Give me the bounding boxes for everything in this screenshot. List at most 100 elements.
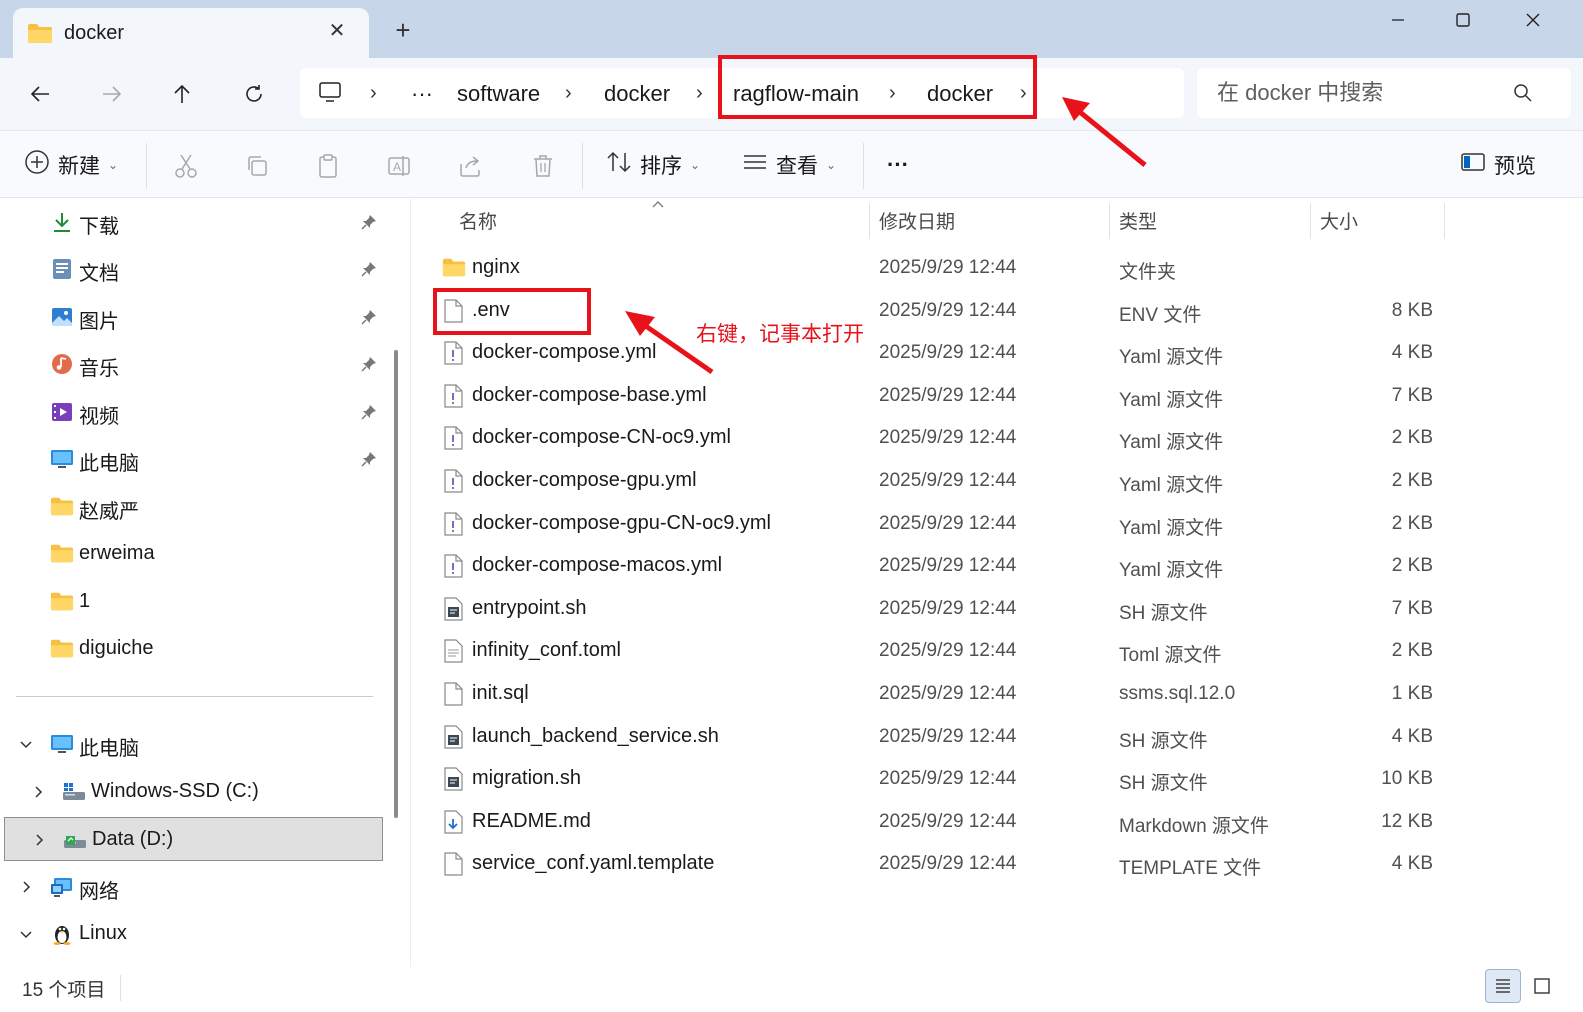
computer-icon[interactable] <box>318 81 342 108</box>
close-window-button[interactable] <box>1503 4 1563 36</box>
breadcrumb-software[interactable]: software <box>457 81 540 107</box>
chevron-right-icon[interactable]: › <box>565 82 572 105</box>
file-date: 2025/9/29 12:44 <box>879 555 1017 577</box>
chevron-right-icon[interactable] <box>31 832 47 853</box>
breadcrumb-overflow[interactable]: ··· <box>411 81 433 107</box>
sidebar-item-folder[interactable]: 赵威严 <box>0 485 384 529</box>
maximize-button[interactable] <box>1433 4 1493 36</box>
tree-item-linux[interactable]: Linux <box>0 912 384 956</box>
back-button[interactable] <box>22 76 58 112</box>
chevron-down-icon[interactable] <box>18 736 34 757</box>
sidebar-scrollbar[interactable] <box>394 350 398 818</box>
sidebar-item-label: 文档 <box>79 263 119 285</box>
paste-icon[interactable] <box>312 151 344 181</box>
script-file-icon <box>442 597 466 621</box>
file-type: 文件夹 <box>1119 262 1177 283</box>
chevron-down-icon[interactable] <box>18 926 34 947</box>
rename-icon[interactable]: A <box>384 151 416 181</box>
chevron-down-icon: ⌄ <box>108 158 119 172</box>
column-divider[interactable] <box>1444 203 1445 239</box>
file-row[interactable]: docker-compose-base.yml 2025/9/29 12:44 Ya… <box>412 375 1472 417</box>
file-row[interactable]: launch_backend_service.sh 2025/9/29 12:44… <box>412 716 1472 758</box>
search-box[interactable] <box>1197 68 1571 118</box>
search-input[interactable] <box>1217 80 1517 106</box>
file-name: init.sql <box>472 682 529 704</box>
file-row[interactable]: docker-compose-macos.yml 2025/9/29 12:44 Y… <box>412 545 1472 587</box>
file-row[interactable]: entrypoint.sh 2025/9/29 12:44 SH 源文件 7 KB <box>412 588 1472 630</box>
tree-item-drive-c[interactable]: Windows-SSD (C:) <box>0 770 384 814</box>
minimize-button[interactable] <box>1368 4 1428 36</box>
share-icon[interactable] <box>455 151 487 181</box>
drive-d-icon <box>63 828 87 852</box>
breadcrumb-docker[interactable]: docker <box>604 81 670 107</box>
tab-docker[interactable]: docker ✕ <box>13 8 369 58</box>
file-row[interactable]: migration.sh 2025/9/29 12:44 SH 源文件 10 KB <box>412 758 1472 800</box>
file-row[interactable]: README.md 2025/9/29 12:44 Markdown 源文件 12 K… <box>412 801 1472 843</box>
sidebar-item-downloads[interactable]: 下载 <box>0 200 384 244</box>
preview-pane-icon <box>1460 151 1486 179</box>
file-name: docker-compose.yml <box>472 341 657 364</box>
file-type: SH 源文件 <box>1119 730 1208 752</box>
tab-title: docker <box>64 22 125 44</box>
file-row[interactable]: docker-compose.yml 2025/9/29 12:44 Yaml 源文… <box>412 332 1472 374</box>
yaml-file-icon <box>442 341 466 365</box>
sidebar-item-folder[interactable]: diguiche <box>0 627 384 671</box>
sidebar-item-videos[interactable]: 视频 <box>0 390 384 434</box>
column-header-type[interactable]: 类型 <box>1119 207 1157 234</box>
pin-icon[interactable] <box>361 214 377 235</box>
sort-button[interactable]: 排序 ⌄ <box>606 147 700 183</box>
pin-icon[interactable] <box>361 404 377 425</box>
pin-icon[interactable] <box>361 309 377 330</box>
column-divider[interactable] <box>1109 203 1110 239</box>
file-row[interactable]: docker-compose-gpu.yml 2025/9/29 12:44 Yam… <box>412 460 1472 502</box>
sidebar-item-pictures[interactable]: 图片 <box>0 295 384 339</box>
sidebar-item-folder[interactable]: erweima <box>0 532 384 576</box>
chevron-right-icon[interactable]: › <box>696 82 703 105</box>
pin-icon[interactable] <box>361 356 377 377</box>
sort-label: 排序 <box>640 155 682 178</box>
cut-icon[interactable] <box>170 151 202 181</box>
file-size: 1 KB <box>1391 683 1433 704</box>
tiles-view-button[interactable] <box>1524 969 1560 1003</box>
sidebar-item-music[interactable]: 音乐 <box>0 342 384 386</box>
view-button[interactable]: 查看 ⌄ <box>742 147 836 183</box>
forward-button[interactable] <box>94 76 130 112</box>
preview-button[interactable]: 预览 <box>1460 147 1536 183</box>
column-header-name[interactable]: 名称 <box>459 207 497 234</box>
tree-item-this-pc[interactable]: 此电脑 <box>0 722 384 766</box>
file-row[interactable]: nginx 2025/9/29 12:44 文件夹 <box>412 247 1472 289</box>
column-divider[interactable] <box>1310 203 1311 239</box>
details-view-button[interactable] <box>1485 969 1521 1003</box>
file-row[interactable]: service_conf.yaml.template 2025/9/29 12:4… <box>412 843 1472 885</box>
sidebar-item-label: 赵威严 <box>79 501 139 523</box>
search-icon[interactable] <box>1513 83 1533 108</box>
file-row[interactable]: docker-compose-CN-oc9.yml 2025/9/29 12:44… <box>412 417 1472 459</box>
refresh-button[interactable] <box>236 76 272 112</box>
file-row[interactable]: docker-compose-gpu-CN-oc9.yml 2025/9/29 1… <box>412 503 1472 545</box>
file-date: 2025/9/29 12:44 <box>879 384 1017 406</box>
up-button[interactable] <box>164 76 200 112</box>
column-header-date[interactable]: 修改日期 <box>879 207 955 234</box>
chevron-right-icon[interactable] <box>18 879 34 900</box>
new-button[interactable]: 新建 ⌄ <box>24 147 118 183</box>
pin-icon[interactable] <box>361 261 377 282</box>
chevron-right-icon[interactable] <box>30 784 46 805</box>
new-tab-button[interactable]: + <box>390 17 416 44</box>
sidebar-item-this-pc[interactable]: 此电脑 <box>0 437 384 481</box>
tree-item-drive-d[interactable]: Data (D:) <box>4 817 383 861</box>
file-row[interactable]: infinity_conf.toml 2025/9/29 12:44 Toml 源文… <box>412 630 1472 672</box>
column-header-size[interactable]: 大小 <box>1320 207 1358 234</box>
sidebar-item-documents[interactable]: 文档 <box>0 247 384 291</box>
copy-icon[interactable] <box>241 151 273 181</box>
pin-icon[interactable] <box>361 451 377 472</box>
close-tab-icon[interactable]: ✕ <box>325 20 349 44</box>
more-options-button[interactable]: ··· <box>887 147 909 183</box>
highlight-box-breadcrumb <box>718 55 1037 119</box>
sidebar-item-folder[interactable]: 1 <box>0 580 384 624</box>
chevron-right-icon[interactable]: › <box>370 82 377 105</box>
text-file-icon <box>442 639 466 663</box>
file-row[interactable]: init.sql 2025/9/29 12:44 ssms.sql.12.0 1 KB <box>412 673 1472 715</box>
tree-item-network[interactable]: 网络 <box>0 865 384 909</box>
delete-icon[interactable] <box>527 151 559 181</box>
column-divider[interactable] <box>869 203 870 239</box>
